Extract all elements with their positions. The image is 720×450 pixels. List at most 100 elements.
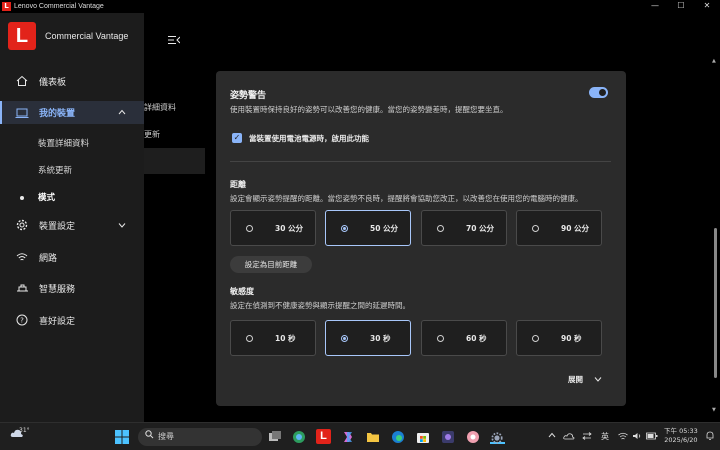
background-device-details-label: 詳細資料 [144,103,176,112]
sensitivity-title: 敏感度 [230,287,254,296]
radio-icon [437,334,444,342]
edge-dev-icon[interactable] [292,429,307,444]
taskbar-clock[interactable]: 下午 05:33 2025/6/20 [664,427,698,445]
window-controls: — ☐ ✕ [642,0,720,13]
sidebar-item-mode[interactable]: 模式 [38,191,55,203]
radio-selected-icon [341,224,348,232]
file-explorer-icon[interactable] [366,429,381,444]
windows-start-icon[interactable] [115,429,130,444]
app-icon: L [2,2,11,11]
expand-button[interactable]: 展開 [568,374,602,385]
edge-icon[interactable] [391,429,406,444]
laptop-icon [15,106,29,120]
minimize-button[interactable]: — [642,0,668,13]
close-button[interactable]: ✕ [694,0,720,13]
sidebar: L Commercial Vantage 儀表板 我的裝置 裝置詳細資料 系統更… [0,13,144,422]
radio-icon [532,334,539,342]
task-view-icon[interactable] [268,429,283,444]
cloud-sync-icon[interactable] [563,432,575,442]
distance-option-50[interactable]: 50 公分 [325,210,411,246]
home-icon [15,74,29,88]
sidebar-item-device-details[interactable]: 裝置詳細資料 [38,137,89,149]
option-label: 70 公分 [466,223,495,233]
panel-title: 姿勢警告 [230,91,267,101]
active-bullet-icon [20,196,24,200]
scrollbar[interactable]: ▲ ▼ [712,58,718,413]
tray-overflow-icon[interactable] [548,432,556,440]
smart-services-icon [15,281,29,295]
option-label: 30 公分 [275,223,304,233]
clock-time: 下午 05:33 [664,427,698,435]
main-content: 詳細資料 更新 ▲ ▼ 姿勢警告 使用裝置時保持良好的姿勢可以改善您的健康。當您… [144,13,720,422]
option-label: 90 公分 [561,223,590,233]
taskbar: 31° 搜尋 L 英 下午 05:33 2025/6/20 [0,422,720,450]
battery-icon[interactable] [646,432,658,442]
posture-warning-panel: 姿勢警告 使用裝置時保持良好的姿勢可以改善您的健康。當您的姿勢變差時，提醒您要坐… [216,71,626,406]
maximize-button[interactable]: ☐ [668,0,694,13]
distance-description: 設定會顯示姿勢提醒的距離。當您姿勢不良時，提醒將會協助您改正，以改善您在使用您的… [230,194,583,203]
option-label: 60 秒 [466,333,487,343]
radio-selected-icon [341,334,348,342]
distance-title: 距離 [230,180,246,189]
sensitivity-description: 設定在偵測到不健康姿勢與顯示提醒之間的延遲時間。 [230,301,410,310]
weather-widget[interactable]: 31° [10,427,30,440]
gear-icon [15,218,29,232]
snipping-tool-icon[interactable] [441,429,456,444]
taskbar-search[interactable]: 搜尋 [138,428,262,446]
volume-icon[interactable] [632,432,642,442]
distance-option-90[interactable]: 90 公分 [516,210,602,246]
sidebar-item-label: 我的裝置 [39,109,76,119]
sidebar-item-preferences[interactable]: ? 喜好設定 [0,310,144,330]
sidebar-item-label: 儀表板 [39,77,67,88]
lenovo-vantage-taskbar-icon[interactable]: L [316,429,331,444]
distance-option-70[interactable]: 70 公分 [421,210,507,246]
radio-icon [246,334,253,342]
search-placeholder: 搜尋 [158,432,174,441]
svg-text:?: ? [20,317,24,325]
distance-option-30[interactable]: 30 公分 [230,210,316,246]
copilot-icon[interactable] [341,429,356,444]
radio-icon [532,224,539,232]
window-titlebar: L Lenovo Commercial Vantage — ☐ ✕ [0,0,720,13]
sensitivity-option-90[interactable]: 90 秒 [516,320,602,356]
sidebar-item-network[interactable]: 網路 [0,247,144,267]
chevron-up-icon [118,108,126,117]
help-circle-icon: ? [15,313,29,327]
option-label: 50 公分 [370,223,399,233]
sensitivity-option-10[interactable]: 10 秒 [230,320,316,356]
sidebar-item-label: 裝置設定 [39,221,76,232]
option-label: 30 秒 [370,333,391,343]
brand-name: Commercial Vantage [45,31,129,41]
sidebar-item-my-device[interactable]: 我的裝置 [0,101,144,124]
brand: L Commercial Vantage [8,22,128,50]
sensitivity-option-30[interactable]: 30 秒 [325,320,411,356]
menu-collapse-icon[interactable] [168,30,181,49]
sensitivity-option-60[interactable]: 60 秒 [421,320,507,356]
battery-enable-checkbox[interactable]: ✓ [232,133,242,143]
wifi-tray-icon[interactable] [618,432,628,442]
sidebar-item-smart-services[interactable]: 智慧服務 [0,278,144,298]
expand-label: 展開 [568,375,583,384]
microsoft-store-icon[interactable] [416,429,431,444]
sidebar-item-device-settings[interactable]: 裝置設定 [0,215,144,235]
background-selected-item [144,148,205,174]
window-title: Lenovo Commercial Vantage [14,3,104,10]
sidebar-item-system-update[interactable]: 系統更新 [38,164,72,176]
scrollbar-thumb[interactable] [714,228,717,378]
sidebar-item-label: 喜好設定 [39,316,76,327]
set-current-distance-button[interactable]: 設定為目前距離 [230,256,312,273]
radio-icon [246,224,253,232]
ime-indicator[interactable]: 英 [601,431,609,442]
photos-icon[interactable] [466,429,481,444]
notifications-icon[interactable] [706,431,714,443]
posture-warning-toggle[interactable] [589,87,608,98]
chevron-down-icon [118,221,126,230]
battery-enable-label: 當裝置使用電池電源時，啟用此功能 [249,134,369,143]
lenovo-logo: L [8,22,36,50]
input-switch-icon[interactable] [582,432,592,442]
sidebar-item-dashboard[interactable]: 儀表板 [0,71,144,91]
radio-icon [437,224,444,232]
scroll-down-icon[interactable]: ▼ [712,407,716,413]
scroll-up-icon[interactable]: ▲ [712,58,716,64]
settings-taskbar-icon[interactable] [490,429,505,444]
